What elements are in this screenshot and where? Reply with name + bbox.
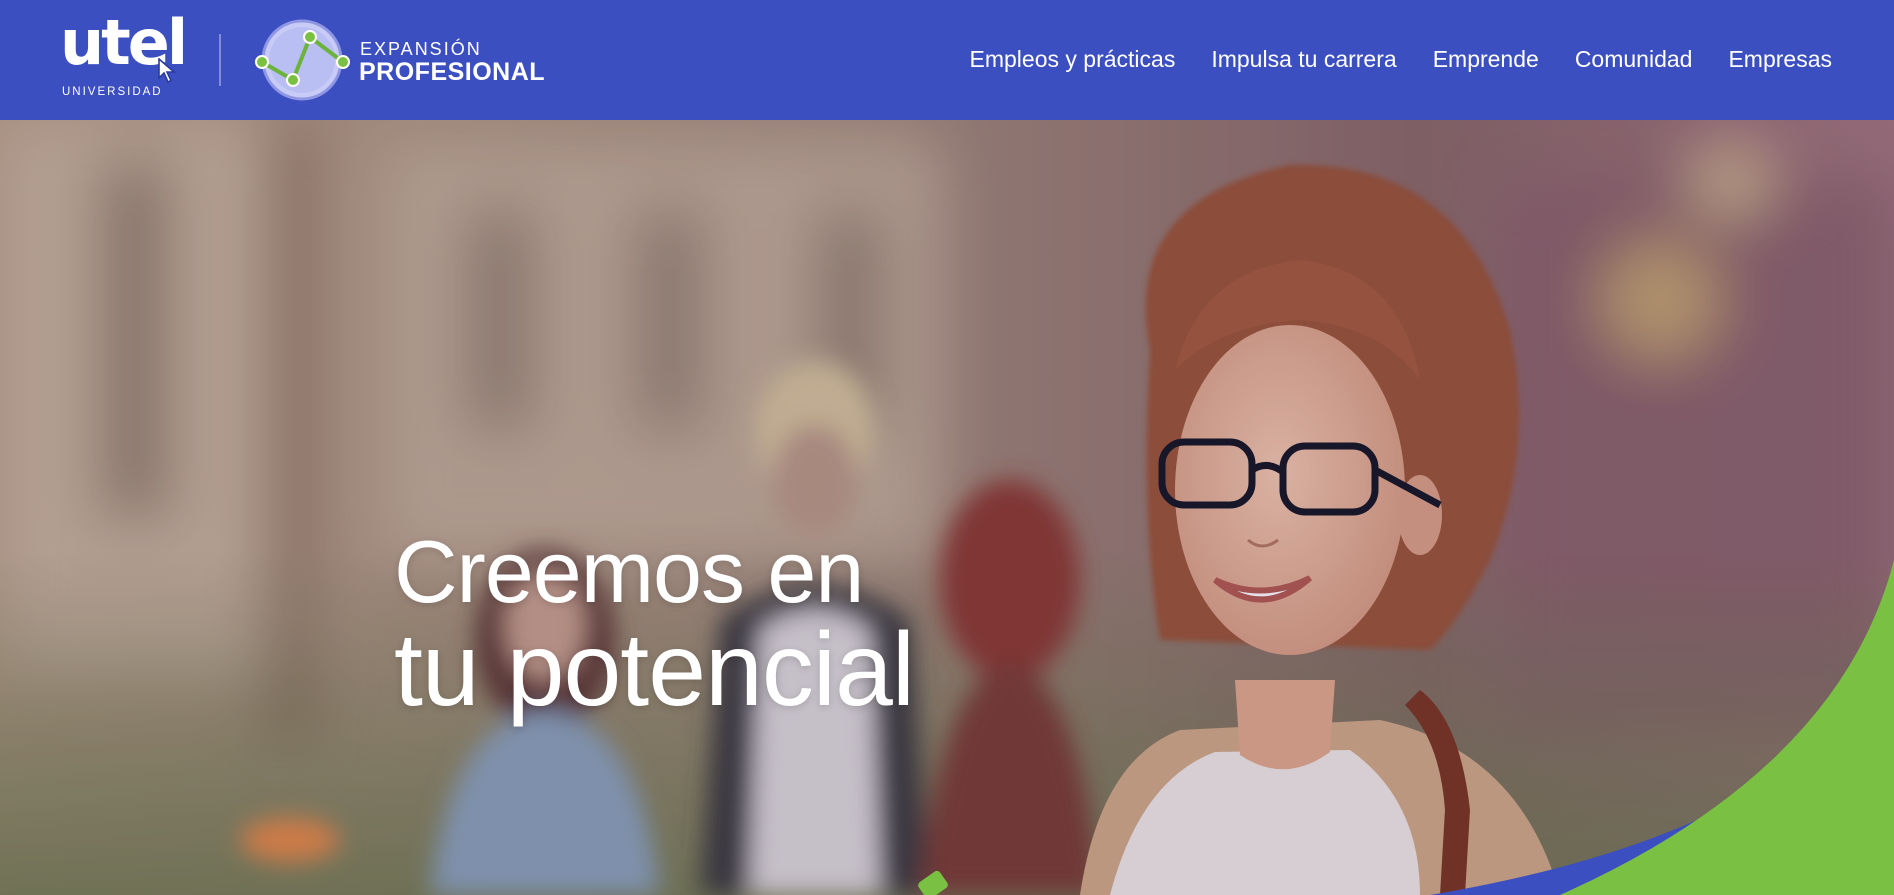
expansion-logo-line2: PROFESIONAL bbox=[359, 58, 546, 86]
hero-banner: Creemos en tu potencial bbox=[0, 120, 1894, 895]
expansion-emblem-icon bbox=[252, 18, 352, 107]
utel-logo[interactable]: utel UNIVERSIDAD bbox=[60, 12, 188, 102]
logo-divider bbox=[219, 34, 221, 86]
expansion-logo-line1: EXPANSIÓN bbox=[360, 39, 482, 59]
cursor-arrow-icon bbox=[157, 57, 181, 89]
hero-background-image bbox=[0, 120, 1894, 895]
hero-headline: Creemos en tu potencial bbox=[394, 522, 915, 728]
nav-link-emprende[interactable]: Emprende bbox=[1433, 46, 1539, 73]
nav-link-comunidad[interactable]: Comunidad bbox=[1575, 46, 1693, 73]
expansion-profesional-logo[interactable]: EXPANSIÓN PROFESIONAL bbox=[252, 18, 545, 102]
hero-headline-line1: Creemos en bbox=[394, 522, 864, 621]
nav-link-empresas[interactable]: Empresas bbox=[1728, 46, 1832, 73]
hero-headline-line2: tu potencial bbox=[394, 612, 915, 728]
nav-link-empleos[interactable]: Empleos y prácticas bbox=[970, 46, 1176, 73]
main-menu: Empleos y prácticas Impulsa tu carrera E… bbox=[970, 46, 1832, 73]
nav-link-impulsa-carrera[interactable]: Impulsa tu carrera bbox=[1211, 46, 1396, 73]
top-navbar: utel UNIVERSIDAD EXPANSIÓN PROFESIONAL E… bbox=[0, 0, 1894, 120]
utel-logo-subtitle: UNIVERSIDAD bbox=[62, 86, 163, 98]
